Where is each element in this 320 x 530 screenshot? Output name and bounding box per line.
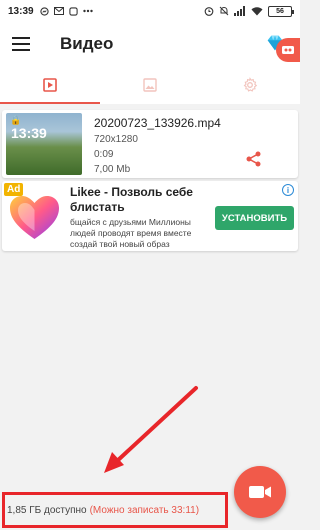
alarm-icon [204,7,214,16]
battery-icon: 56 [268,5,294,17]
share-icon[interactable] [245,150,263,168]
settings-icon [243,77,258,92]
notification-icons [39,6,93,16]
app-icon [68,6,78,16]
tab-settings[interactable] [200,66,300,104]
record-button[interactable] [234,466,286,518]
video-size: 7,00 Mb [94,164,131,175]
tab-videos[interactable] [0,66,100,104]
video-duration: 0:09 [94,149,114,160]
install-button[interactable]: УСТАНОВИТЬ [215,206,294,230]
thumbnail-clock: 13:39 [11,125,47,141]
ad-description: бщайся с друзьями Миллионы людей проводя… [70,217,192,249]
storage-available: 1,85 ГБ доступно [7,504,87,516]
wifi-icon [251,7,263,16]
video-filename: 20200723_133926.mp4 [94,116,221,130]
video-resolution: 720x1280 [94,134,138,145]
floating-recorder-icon[interactable] [276,38,300,62]
tab-bar [0,66,300,104]
more-icon [82,9,93,13]
tab-images[interactable] [100,66,200,104]
record-time-remaining: (Можно записать 33:11) [89,504,200,516]
signal-icon [234,6,245,16]
image-icon [143,78,157,92]
ad-banner[interactable]: Ad i Likee - Позволь себе блистать бщайс… [2,181,298,251]
mute-icon [219,6,229,16]
likee-logo-icon [10,196,59,239]
status-time: 13:39 [8,5,34,17]
info-icon[interactable]: i [282,184,294,196]
video-icon [43,78,57,92]
video-list-item[interactable]: 🔒 13:39 20200723_133926.mp4 720x1280 0:0… [2,110,298,178]
ad-title: Likee - Позволь себе блистать [70,185,193,214]
hamburger-menu-icon[interactable] [12,37,30,51]
video-thumbnail[interactable]: 🔒 13:39 [6,113,82,175]
storage-info-bar: 1,85 ГБ доступно (Можно записать 33:11) [2,492,228,528]
messenger-icon [39,6,49,16]
video-camera-icon [249,486,271,498]
mail-icon [53,7,64,15]
app-bar: Видео [0,22,300,66]
system-icons: 56 [204,5,294,17]
page-title: Видео [60,34,114,53]
status-bar: 13:39 56 [0,0,300,22]
